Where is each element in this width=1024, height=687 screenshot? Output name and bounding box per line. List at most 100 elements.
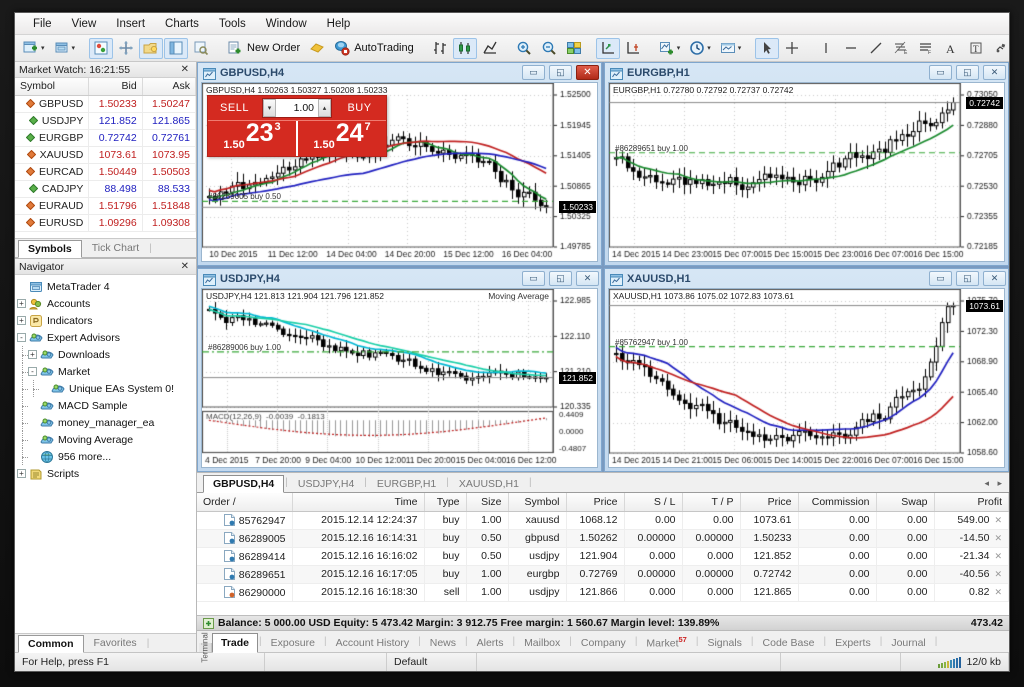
terminal-tab-news[interactable]: News (422, 634, 464, 652)
minimize-button[interactable]: ▭ (522, 65, 545, 80)
terminal-tab-signals[interactable]: Signals (699, 634, 749, 652)
chart-tab-scroll[interactable]: ◂ ▸ (984, 478, 1005, 489)
close-button[interactable]: ✕ (576, 271, 599, 286)
chart-canvas-area[interactable]: USDJPY,H4 121.813 121.904 121.796 121.85… (201, 288, 598, 468)
chart-tab-gbpusd-h4[interactable]: GBPUSD,H4 (203, 475, 285, 493)
nav-item-market[interactable]: - Market (17, 363, 194, 380)
volume-down-button[interactable]: ▾ (263, 99, 276, 117)
close-icon[interactable]: ✕ (178, 261, 192, 272)
trade-col-s-l[interactable]: S / L (624, 493, 683, 512)
nav-item-956-more-[interactable]: 956 more... (17, 448, 194, 465)
status-connection[interactable]: 12/0 kb (901, 653, 1009, 671)
mw-col-bid[interactable]: Bid (88, 78, 143, 96)
strategy-tester-button[interactable] (189, 38, 213, 59)
shapes-button[interactable]: ▾ (989, 38, 1009, 59)
mw-row[interactable]: USDJPY 121.852 121.865 (15, 112, 196, 130)
chart-title-bar[interactable]: GBPUSD,H4 ▭ ◱ ✕ (198, 63, 601, 82)
chart-window-gbpusd-h4[interactable]: GBPUSD,H4 ▭ ◱ ✕ GBPUSD,H4 1.50263 1.50327 1.… (197, 62, 602, 266)
tree-expander[interactable]: + (17, 316, 26, 325)
mw-row[interactable]: EURAUD 1.51796 1.51848 (15, 197, 196, 215)
tree-expander[interactable]: - (17, 333, 26, 342)
trade-col-size[interactable]: Size (466, 493, 509, 512)
mw-row[interactable]: XAUUSD 1073.61 1073.95 (15, 146, 196, 164)
nav-item-indicators[interactable]: + Indicators (17, 312, 194, 329)
maximize-button[interactable]: ◱ (549, 271, 572, 286)
mw-col-symbol[interactable]: Symbol (15, 78, 90, 96)
chart-tab-xauusd-h1[interactable]: XAUUSD,H1 (450, 476, 528, 492)
fibonacci-button[interactable]: E (889, 38, 913, 59)
vertical-line-button[interactable] (814, 38, 838, 59)
close-icon[interactable]: ✕ (178, 64, 192, 75)
terminal-tab-market[interactable]: Market57 (638, 632, 694, 653)
terminal-tab-account-history[interactable]: Account History (328, 634, 418, 652)
tree-expander[interactable]: + (17, 469, 26, 478)
cursor-button[interactable] (755, 37, 780, 59)
close-position-icon[interactable]: ✕ (994, 587, 1002, 597)
candlestick-button[interactable] (452, 37, 477, 59)
mw-row[interactable]: EURUSD 1.09296 1.09308 (15, 214, 196, 232)
templates-button[interactable]: ▾ (716, 38, 746, 59)
terminal-tab-mailbox[interactable]: Mailbox (516, 634, 568, 652)
text-label-button[interactable]: T (964, 38, 988, 59)
trade-col-price[interactable]: Price (566, 493, 625, 512)
close-position-icon[interactable]: ✕ (994, 515, 1002, 525)
terminal-button[interactable] (164, 37, 189, 59)
zoom-out-button[interactable] (537, 38, 561, 59)
trade-row[interactable]: 85762947 2015.12.14 12:24:37 buy 1.00 xauusd… (197, 511, 1009, 530)
volume-stepper[interactable]: ▾ 1.00 ▴ (262, 98, 332, 118)
maximize-button[interactable]: ◱ (956, 271, 979, 286)
terminal-tab-experts[interactable]: Experts (827, 634, 879, 652)
close-position-icon[interactable]: ✕ (994, 533, 1002, 543)
chart-shift-button[interactable] (621, 38, 645, 59)
nav-item-accounts[interactable]: + Accounts (17, 295, 194, 312)
trade-col-price[interactable]: Price (740, 493, 799, 512)
autoscroll-button[interactable] (595, 37, 620, 59)
maximize-button[interactable]: ◱ (956, 65, 979, 80)
zoom-in-button[interactable] (512, 38, 536, 59)
nav-item-unique-eas-system-0-[interactable]: Unique EAs System 0! (17, 380, 194, 397)
data-window-button[interactable] (114, 38, 138, 59)
trade-col-commission[interactable]: Commission (798, 493, 877, 512)
mw-row[interactable]: EURGBP 0.72742 0.72761 (15, 129, 196, 147)
nav-item-expert-advisors[interactable]: - Expert Advisors (17, 329, 194, 346)
chart-canvas-area[interactable]: EURGBP,H1 0.72780 0.72792 0.72737 0.7274… (608, 82, 1005, 262)
terminal-tab-exposure[interactable]: Exposure (263, 634, 323, 652)
menu-item-insert[interactable]: Insert (106, 16, 155, 32)
volume-value[interactable]: 1.00 (276, 102, 318, 114)
nav-item-downloads[interactable]: + Downloads (17, 346, 194, 363)
trade-col-time[interactable]: Time (292, 493, 425, 512)
terminal-tab-company[interactable]: Company (573, 634, 634, 652)
terminal-tab-journal[interactable]: Journal (883, 634, 933, 652)
trade-table[interactable]: Order / Time Type Size Symbol Price S / LT / P… (197, 493, 1009, 615)
sell-price-button[interactable]: 1.50 23 3 (208, 121, 298, 156)
new-order-button[interactable]: New Order (223, 38, 304, 59)
chart-title-bar[interactable]: USDJPY,H4 ▭ ◱ ✕ (198, 269, 601, 288)
terminal-tab-alerts[interactable]: Alerts (469, 634, 512, 652)
trade-col-swap[interactable]: Swap (876, 493, 935, 512)
market-watch-button[interactable] (89, 37, 114, 59)
minimize-button[interactable]: ▭ (522, 271, 545, 286)
tree-expander[interactable]: + (28, 350, 37, 359)
close-position-icon[interactable]: ✕ (994, 569, 1002, 579)
menu-item-window[interactable]: Window (256, 16, 317, 32)
chart-title-bar[interactable]: EURGBP,H1 ▭ ◱ ✕ (605, 63, 1008, 82)
mw-row[interactable]: GBPUSD 1.50233 1.50247 (15, 95, 196, 113)
menu-item-view[interactable]: View (62, 16, 107, 32)
trade-col-symbol[interactable]: Symbol (508, 493, 567, 512)
volume-up-button[interactable]: ▴ (318, 99, 331, 117)
navigator-tree[interactable]: MetaTrader 4 + Accounts + Indicators - Expert … (15, 275, 196, 633)
trade-col-type[interactable]: Type (424, 493, 467, 512)
text-button[interactable]: A (939, 38, 963, 59)
market-watch-table[interactable]: Symbol Bid Ask GBPUSD 1.50233 1.50247 USDJPY 1… (15, 78, 196, 238)
mw-tab-symbols[interactable]: Symbols (18, 240, 82, 258)
nav-item-money-manager-ea[interactable]: money_manager_ea (17, 414, 194, 431)
navigator-button[interactable] (139, 37, 164, 59)
bar-chart-button[interactable] (428, 38, 452, 59)
buy-price-button[interactable]: 1.50 24 7 (298, 121, 386, 156)
trade-col-profit[interactable]: Profit (934, 493, 1009, 512)
minimize-button[interactable]: ▭ (929, 271, 952, 286)
trade-row[interactable]: 86289005 2015.12.16 16:14:31 buy 0.50 gbpusd… (197, 529, 1009, 548)
tile-windows-button[interactable] (562, 38, 586, 59)
nav-tab-favorites[interactable]: Favorites (84, 634, 147, 652)
chart-canvas-area[interactable]: XAUUSD,H1 1073.86 1075.02 1072.83 1073.6… (608, 288, 1005, 468)
